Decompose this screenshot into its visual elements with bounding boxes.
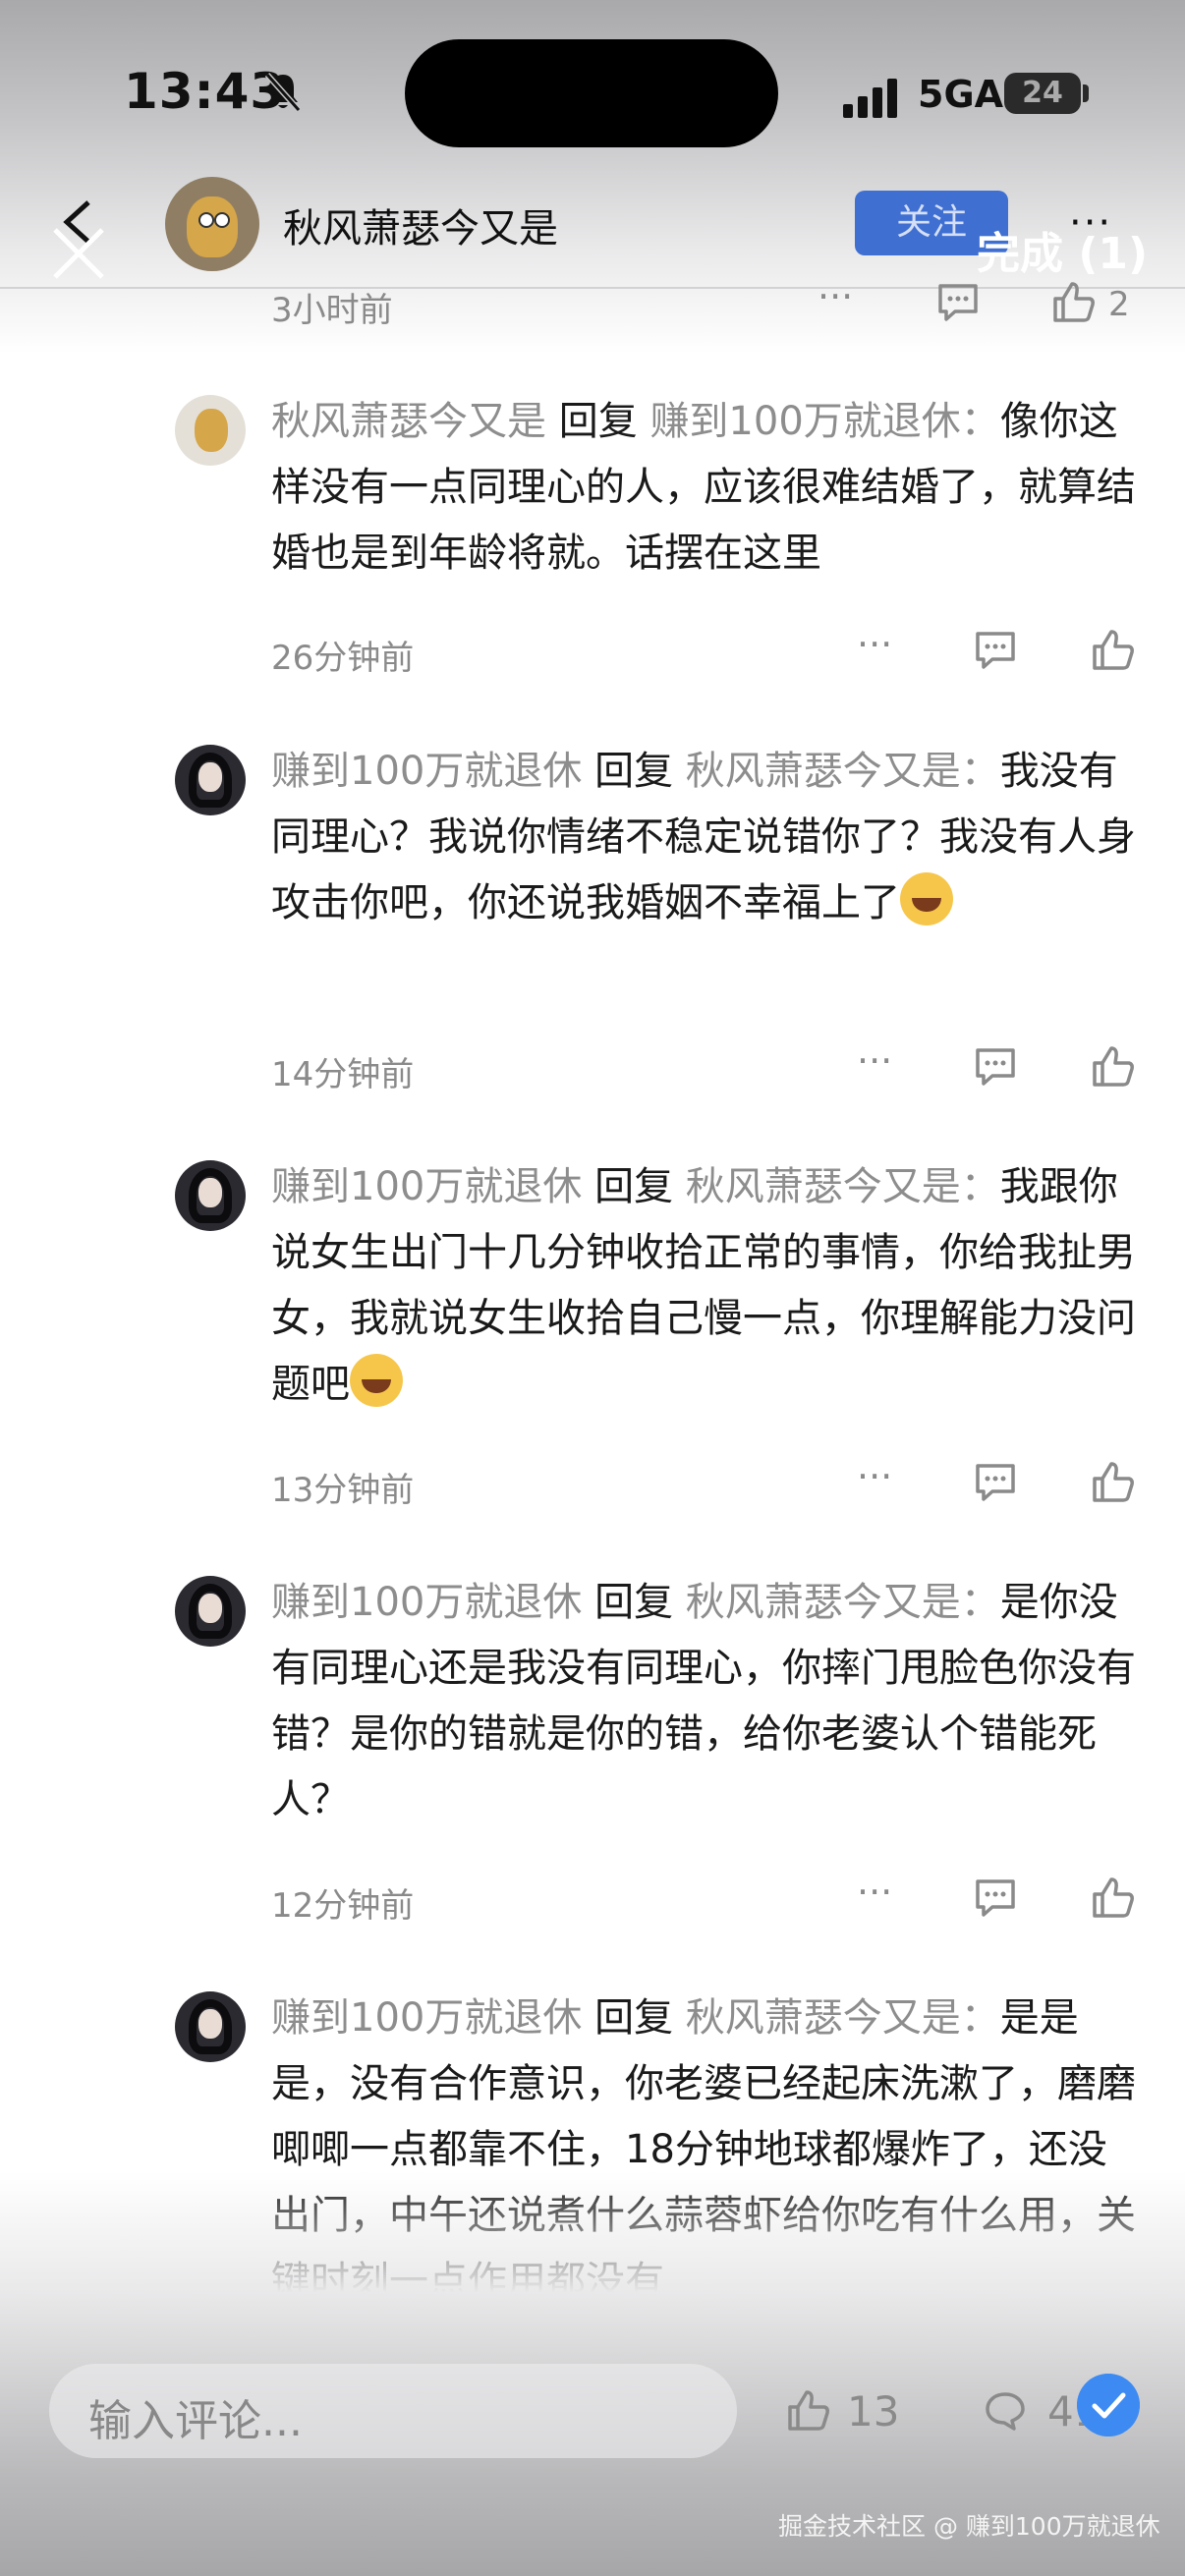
like-icon[interactable] xyxy=(1051,279,1097,324)
reply-icon[interactable] xyxy=(973,629,1018,672)
reply-target[interactable]: 秋风萧瑟今又是 xyxy=(686,1995,961,2041)
avatar[interactable] xyxy=(175,395,246,466)
comment-time: 12分钟前 xyxy=(271,1886,415,1926)
like-icon[interactable] xyxy=(1091,1875,1136,1920)
comment-author[interactable]: 秋风萧瑟今又是 xyxy=(271,399,546,444)
comment-author[interactable]: 赚到100万就退休 xyxy=(271,1580,582,1625)
reply-word: 回复 xyxy=(594,1580,674,1625)
reply-icon[interactable] xyxy=(973,1461,1018,1504)
avatar[interactable] xyxy=(175,1576,246,1647)
avatar[interactable] xyxy=(175,745,246,815)
check-icon[interactable] xyxy=(1077,2374,1140,2436)
more-icon[interactable]: ··· xyxy=(818,275,853,318)
signal-icon xyxy=(843,75,902,118)
comment-time: 26分钟前 xyxy=(271,639,415,678)
comment-author[interactable]: 赚到100万就退休 xyxy=(271,1995,582,2041)
comment-content: 赚到100万就退休 回复 秋风萧瑟今又是：我没有同理心？我说你情绪不稳定说错你了… xyxy=(271,749,1136,925)
grin-sweat-emoji xyxy=(900,872,953,925)
prev-like-count: 2 xyxy=(1108,285,1130,324)
comment-input-placeholder[interactable]: 输入评论... xyxy=(88,2385,303,2448)
reply-target[interactable]: 秋风萧瑟今又是 xyxy=(686,1580,961,1625)
status-time: 13:43 xyxy=(124,63,286,120)
reply-icon[interactable] xyxy=(935,281,981,324)
comment-time: 14分钟前 xyxy=(271,1055,415,1094)
header-divider xyxy=(0,287,1185,289)
like-icon[interactable] xyxy=(1091,1459,1136,1504)
bell-off-icon xyxy=(264,73,302,112)
prev-comment-time: 3小时前 xyxy=(271,291,393,330)
close-icon[interactable] xyxy=(49,195,108,283)
watermark: 掘金技术社区 @ 赚到100万就退休 xyxy=(778,2512,1160,2541)
battery-tip xyxy=(1083,84,1089,102)
network-type: 5GA xyxy=(918,73,1004,116)
reply-word: 回复 xyxy=(558,399,638,444)
grin-sweat-emoji xyxy=(350,1354,403,1407)
avatar[interactable] xyxy=(175,1991,246,2062)
reply-icon[interactable] xyxy=(973,1045,1018,1089)
more-icon[interactable]: ··· xyxy=(857,623,892,666)
reply-word: 回复 xyxy=(594,1995,674,2041)
reply-word: 回复 xyxy=(594,749,674,794)
dynamic-island xyxy=(405,39,778,147)
comment-content: 秋风萧瑟今又是 回复 赚到100万就退休：像你这样没有一点同理心的人，应该很难结… xyxy=(271,399,1136,576)
like-icon[interactable] xyxy=(1091,627,1136,672)
reply-target[interactable]: 赚到100万就退休 xyxy=(649,399,960,444)
more-icon[interactable]: ··· xyxy=(857,1871,892,1914)
done-button[interactable]: 完成 (1) xyxy=(977,218,1148,281)
comment-content: 赚到100万就退休 回复 秋风萧瑟今又是：是你没有同理心还是我没有同理心，你摔门… xyxy=(271,1580,1136,1822)
comment-icon[interactable] xyxy=(983,2389,1028,2433)
reply-target[interactable]: 秋风萧瑟今又是 xyxy=(686,1164,961,1209)
comment-author[interactable]: 赚到100万就退休 xyxy=(271,1164,582,1209)
like-count: 13 xyxy=(847,2387,900,2436)
header-avatar[interactable] xyxy=(165,177,259,271)
reply-target[interactable]: 秋风萧瑟今又是 xyxy=(686,749,961,794)
comment-author[interactable]: 赚到100万就退休 xyxy=(271,749,582,794)
reply-icon[interactable] xyxy=(973,1876,1018,1920)
header-username[interactable]: 秋风萧瑟今又是 xyxy=(283,196,558,253)
like-icon[interactable] xyxy=(786,2387,831,2433)
avatar[interactable] xyxy=(175,1160,246,1231)
reply-word: 回复 xyxy=(594,1164,674,1209)
comment-content: 赚到100万就退休 回复 秋风萧瑟今又是：我跟你说女生出门十几分钟收拾正常的事情… xyxy=(271,1164,1136,1407)
like-icon[interactable] xyxy=(1091,1043,1136,1089)
more-icon[interactable]: ··· xyxy=(857,1039,892,1083)
battery-icon: 24 xyxy=(1004,73,1081,114)
comment-time: 13分钟前 xyxy=(271,1471,415,1510)
more-icon[interactable]: ··· xyxy=(857,1455,892,1498)
